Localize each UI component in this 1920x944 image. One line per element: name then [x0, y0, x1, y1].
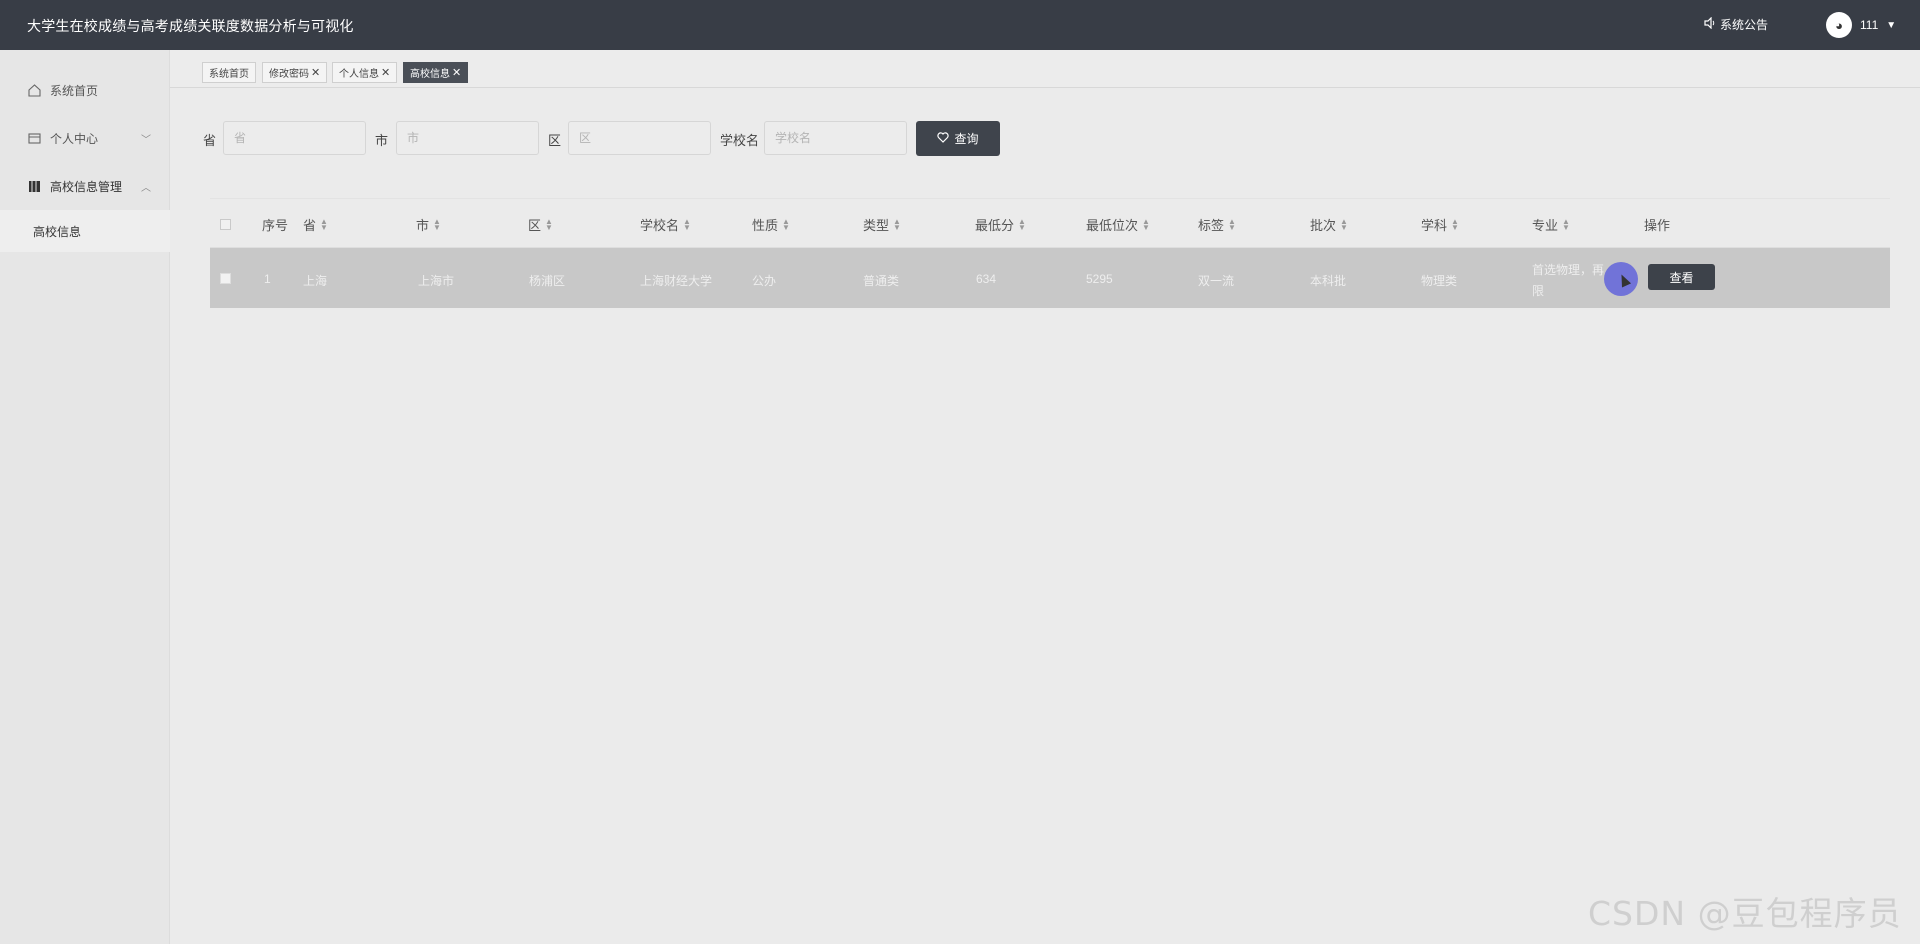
- sort-icon: ▲ ▼: [1018, 216, 1026, 232]
- book-icon: [27, 179, 41, 193]
- sort-icon: ▲ ▼: [545, 216, 553, 232]
- cell-type: 普通类: [863, 274, 900, 288]
- username: 111: [1860, 18, 1879, 32]
- sort-icon: ▲ ▼: [1228, 216, 1236, 232]
- close-icon[interactable]: ✕: [452, 66, 461, 79]
- sort-icon: ▲ ▼: [893, 216, 901, 232]
- cell-school: 上海财经大学: [640, 274, 713, 288]
- tab-label: 高校信息: [410, 69, 450, 80]
- column-header[interactable]: 最低位次 ▲ ▼: [1086, 215, 1150, 234]
- close-icon[interactable]: ✕: [381, 66, 390, 79]
- system-notice-label: 系统公告: [1720, 18, 1769, 32]
- province-label: 省: [203, 133, 217, 148]
- view-button[interactable]: 查看: [1648, 264, 1715, 290]
- row-checkbox[interactable]: [220, 273, 231, 284]
- sort-icon: ▲ ▼: [782, 216, 790, 232]
- sidebar-item-personal[interactable]: 个人中心 ﹀: [0, 116, 170, 160]
- heart-icon: [937, 131, 950, 146]
- sort-icon: ▲ ▼: [433, 216, 441, 232]
- select-all-checkbox[interactable]: [220, 219, 231, 230]
- sort-icon: ▲ ▼: [1142, 216, 1150, 232]
- sidebar-subitem-label: 高校信息: [33, 224, 82, 239]
- tab-personal-info[interactable]: 个人信息 ✕: [332, 62, 398, 83]
- avatar: ◕: [1826, 12, 1852, 38]
- district-label: 区: [548, 133, 562, 148]
- sidebar-item-label: 高校信息管理: [50, 179, 123, 194]
- card-icon: [27, 131, 41, 145]
- app-title: 大学生在校成绩与高考成绩关联度数据分析与可视化: [27, 18, 354, 34]
- sidebar-subitem-university-info[interactable]: 高校信息: [0, 210, 170, 252]
- sidebar-item-home[interactable]: 系统首页: [0, 68, 170, 112]
- column-header[interactable]: 区 ▲ ▼: [528, 215, 553, 234]
- cell-major-line1: 首选物理，再: [1532, 263, 1605, 277]
- tab-label: 修改密码: [269, 69, 309, 80]
- table-header: 序号 省 ▲ ▼ 市 ▲ ▼ 区 ▲ ▼ 学校名 ▲ ▼ 性质 ▲ ▼ 类型 ▲ ▼ 最低分 ▲ ▼ 最低位…: [210, 198, 1890, 248]
- table-row[interactable]: 1 上海 上海市 杨浦区 上海财经大学 公办 普通类 634 5295 双一流 …: [210, 248, 1890, 308]
- sidebar-item-label: 个人中心: [50, 131, 99, 146]
- system-notice-link[interactable]: 系统公告: [1704, 16, 1768, 33]
- cell-tag: 双一流: [1198, 274, 1235, 288]
- home-icon: [27, 83, 41, 97]
- tab-label: 系统首页: [209, 69, 249, 80]
- cell-major-line2: 限: [1532, 284, 1545, 298]
- sort-icon: ▲ ▼: [683, 216, 691, 232]
- sidebar-item-label: 系统首页: [50, 83, 99, 98]
- sidebar-item-university-mgmt[interactable]: 高校信息管理 ︿: [0, 164, 170, 208]
- column-header[interactable]: 最低分 ▲ ▼: [975, 215, 1026, 234]
- column-header[interactable]: 标签 ▲ ▼: [1198, 215, 1236, 234]
- cell-min-rank: 5295: [1086, 272, 1113, 286]
- tab-change-password[interactable]: 修改密码 ✕: [262, 62, 328, 83]
- top-header: 大学生在校成绩与高考成绩关联度数据分析与可视化 系统公告 ◕ 111 ▼: [0, 0, 1920, 50]
- column-header[interactable]: 市 ▲ ▼: [416, 215, 441, 234]
- speaker-icon: [1704, 16, 1716, 32]
- sort-icon: ▲ ▼: [1340, 216, 1348, 232]
- sort-icon: ▲ ▼: [1451, 216, 1459, 232]
- column-header: 操作: [1644, 218, 1671, 233]
- sidebar: 系统首页 个人中心 ﹀ 高校信息管理 ︿ 高校信息: [0, 50, 170, 944]
- university-table: 序号 省 ▲ ▼ 市 ▲ ▼ 区 ▲ ▼ 学校名 ▲ ▼ 性质 ▲ ▼ 类型 ▲ ▼ 最低分 ▲ ▼ 最低位…: [210, 198, 1890, 309]
- column-header[interactable]: 专业 ▲ ▼: [1532, 215, 1570, 234]
- district-input[interactable]: [568, 121, 711, 155]
- query-button[interactable]: 查询: [916, 121, 1000, 156]
- tab-label: 个人信息: [339, 69, 379, 80]
- school-label: 学校名: [720, 133, 760, 148]
- query-button-label: 查询: [954, 132, 979, 146]
- school-input[interactable]: [764, 121, 907, 155]
- column-header[interactable]: 省 ▲ ▼: [303, 215, 328, 234]
- city-input[interactable]: [396, 121, 539, 155]
- column-header[interactable]: 批次 ▲ ▼: [1310, 215, 1348, 234]
- chevron-down-icon: ﹀: [141, 134, 151, 146]
- column-header[interactable]: 性质 ▲ ▼: [752, 215, 790, 234]
- cell-index: 1: [264, 272, 271, 286]
- city-label: 市: [375, 133, 389, 148]
- sort-icon: ▲ ▼: [320, 216, 328, 232]
- column-header[interactable]: 学科 ▲ ▼: [1421, 215, 1459, 234]
- cell-nature: 公办: [752, 274, 777, 288]
- chevron-up-icon: ︿: [141, 182, 151, 194]
- tab-university-info[interactable]: 高校信息 ✕: [403, 62, 469, 83]
- cell-batch: 本科批: [1310, 274, 1347, 288]
- cell-province: 上海: [303, 274, 328, 288]
- column-header: 序号: [262, 218, 289, 233]
- close-icon[interactable]: ✕: [311, 66, 320, 79]
- cell-subject: 物理类: [1421, 274, 1458, 288]
- column-header[interactable]: 学校名 ▲ ▼: [640, 215, 691, 234]
- tab-home[interactable]: 系统首页: [202, 62, 256, 83]
- sort-icon: ▲ ▼: [1562, 216, 1570, 232]
- column-header[interactable]: 类型 ▲ ▼: [863, 215, 901, 234]
- province-input[interactable]: [223, 121, 366, 155]
- cell-city: 上海市: [418, 274, 455, 288]
- caret-down-icon: ▼: [1886, 19, 1897, 31]
- cell-district: 杨浦区: [529, 274, 566, 288]
- watermark: CSDN @豆包程序员: [1588, 894, 1902, 933]
- tab-bar: 系统首页 修改密码 ✕ 个人信息 ✕ 高校信息 ✕: [170, 50, 1920, 88]
- cell-min-score: 634: [976, 272, 997, 286]
- user-menu[interactable]: ◕ 111 ▼: [1826, 12, 1896, 38]
